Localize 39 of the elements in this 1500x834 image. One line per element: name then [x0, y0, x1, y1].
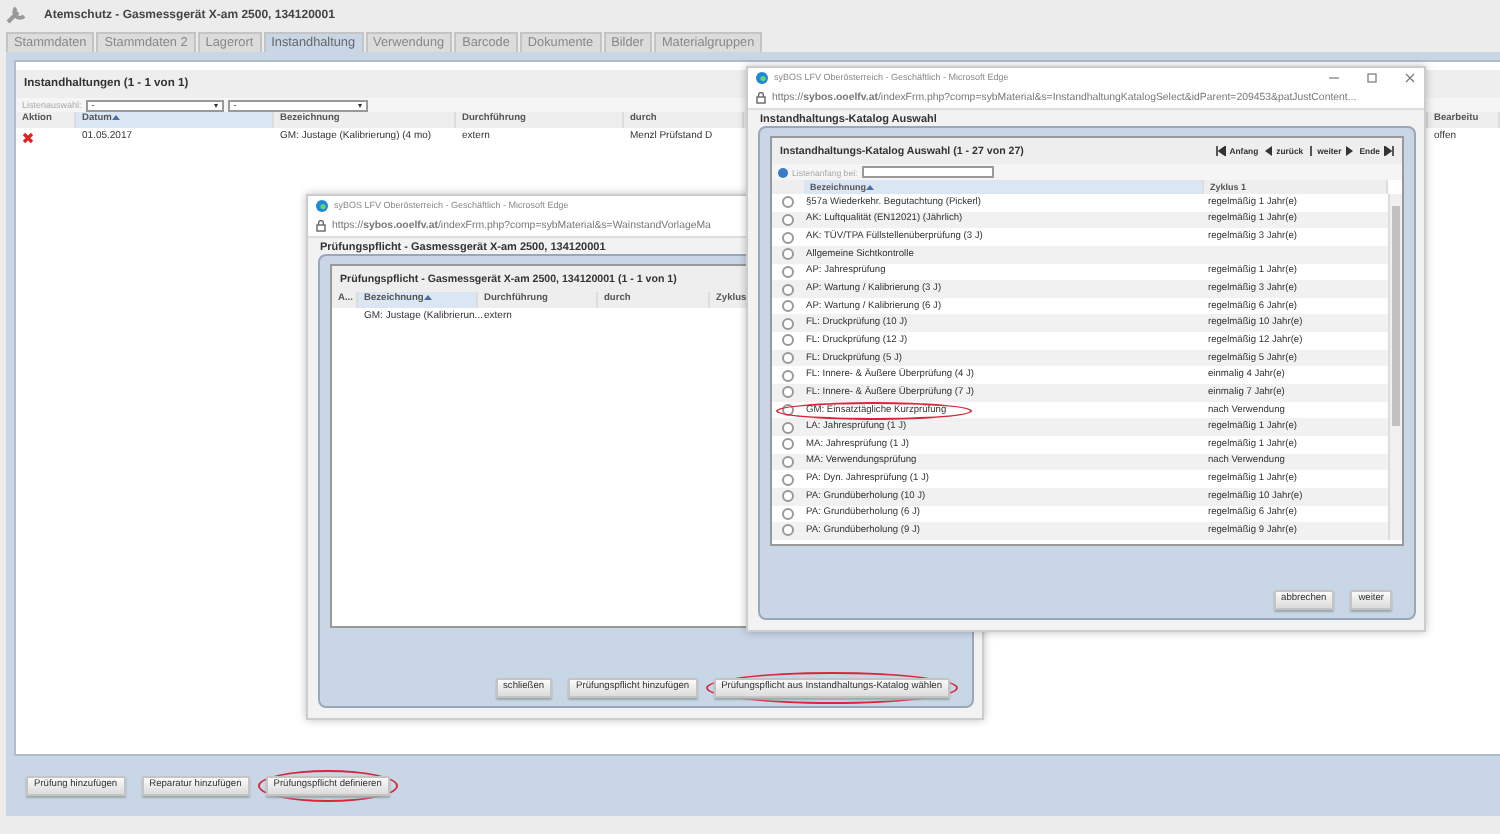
radio-button[interactable]: [782, 507, 794, 520]
maximize-icon[interactable]: [1366, 71, 1378, 83]
delete-icon[interactable]: [22, 131, 34, 143]
radio-button[interactable]: [782, 404, 794, 416]
previous-icon: [1264, 146, 1273, 156]
radio-button[interactable]: [782, 490, 794, 503]
search-field[interactable]: [861, 166, 994, 178]
radio-button[interactable]: [782, 352, 794, 365]
radio-button[interactable]: [782, 438, 794, 451]
radio-button[interactable]: [782, 421, 794, 434]
radio-button[interactable]: [782, 300, 794, 313]
next-icon: [1345, 146, 1354, 156]
minimize-icon[interactable]: [1328, 71, 1340, 83]
globe-icon: [778, 167, 788, 177]
close-icon[interactable]: [1404, 71, 1416, 83]
radio-button[interactable]: [782, 248, 794, 261]
radio-button[interactable]: [782, 334, 794, 347]
radio-button[interactable]: [782, 369, 794, 382]
radio-button[interactable]: [782, 283, 794, 296]
sort-arrow-icon: [423, 293, 432, 302]
radio-button[interactable]: [782, 231, 794, 244]
lock-icon: [756, 91, 766, 103]
browser-icon: [756, 71, 768, 83]
radio-button[interactable]: [782, 455, 794, 468]
radio-button[interactable]: [782, 265, 794, 278]
radio-button[interactable]: [782, 213, 794, 226]
radio-button[interactable]: [782, 317, 794, 330]
sort-arrow-icon: [111, 113, 120, 122]
radio-button[interactable]: [782, 473, 794, 486]
lock-icon: [316, 219, 326, 231]
first-page-icon: [1215, 146, 1226, 156]
radio-button[interactable]: [782, 196, 794, 209]
last-page-icon: [1384, 146, 1394, 156]
sort-arrow-icon: [866, 183, 875, 192]
wrench-icon: [6, 4, 28, 26]
radio-button[interactable]: [782, 524, 794, 537]
browser-icon: [316, 199, 328, 211]
scrollbar[interactable]: [1388, 194, 1402, 540]
radio-button[interactable]: [782, 386, 794, 399]
